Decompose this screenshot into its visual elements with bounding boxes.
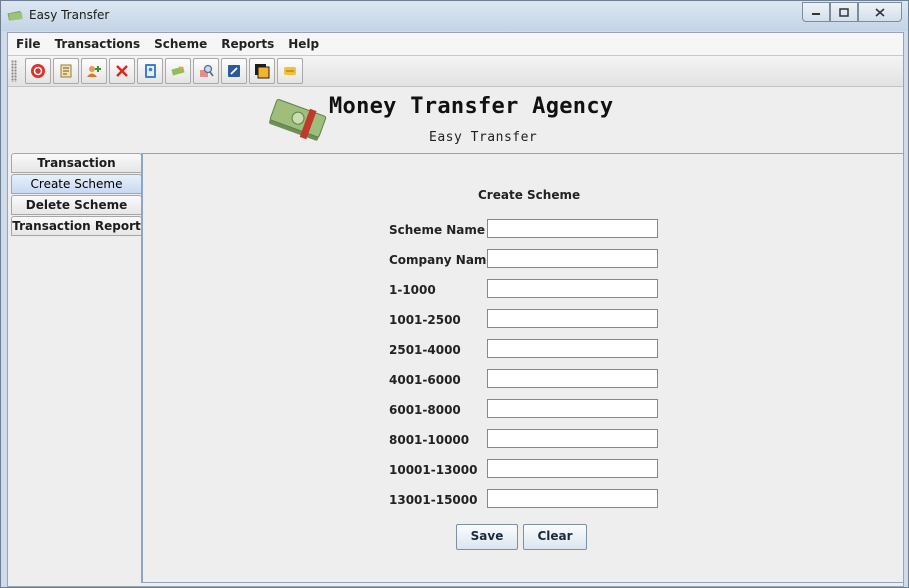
- delete-icon: [116, 65, 128, 77]
- range-8001-10000-input[interactable]: [487, 429, 658, 448]
- scheme-name-input[interactable]: [487, 219, 658, 238]
- edit-icon: [228, 65, 240, 77]
- company-name-input[interactable]: [487, 249, 658, 268]
- tool-search-button[interactable]: [193, 58, 219, 84]
- menu-bar: File Transactions Scheme Reports Help: [8, 33, 903, 56]
- tool-money-button[interactable]: [277, 58, 303, 84]
- tool-transfer-button[interactable]: [165, 58, 191, 84]
- sidebar-item-transaction[interactable]: Transaction: [11, 153, 142, 173]
- range-1001-2500-input[interactable]: [487, 309, 658, 328]
- range-4001-6000-label: 4001-6000: [389, 373, 461, 387]
- minimize-icon: [812, 13, 820, 15]
- range-6001-8000-input[interactable]: [487, 399, 658, 418]
- toolbar-grip[interactable]: [11, 60, 17, 82]
- app-title: Money Transfer Agency: [329, 94, 614, 119]
- stop-icon: [31, 64, 45, 78]
- scheme-name-label: Scheme Name: [389, 223, 486, 237]
- sidebar: Transaction Create Scheme Delete Scheme …: [11, 153, 142, 237]
- sidebar-item-transaction-report[interactable]: Transaction Report: [11, 216, 142, 236]
- close-icon: [875, 7, 885, 17]
- money-stack-icon: [269, 99, 327, 141]
- sidebar-item-delete-scheme[interactable]: Delete Scheme: [11, 195, 142, 215]
- tool-delete-button[interactable]: [109, 58, 135, 84]
- range-2501-4000-label: 2501-4000: [389, 343, 461, 357]
- range-6001-8000-label: 6001-8000: [389, 403, 461, 417]
- range-10001-13000-label: 10001-13000: [389, 463, 478, 477]
- transfer-icon: [171, 66, 185, 76]
- range-1001-2500-label: 1001-2500: [389, 313, 461, 327]
- title-bar: Easy Transfer: [1, 1, 908, 31]
- range-13001-15000-label: 13001-15000: [389, 493, 478, 507]
- address-book-icon: [145, 64, 156, 78]
- document-icon: [60, 64, 72, 78]
- tool-stop-button[interactable]: [25, 58, 51, 84]
- menu-transactions[interactable]: Transactions: [49, 37, 147, 51]
- app-subtitle: Easy Transfer: [429, 130, 538, 145]
- range-4001-6000-input[interactable]: [487, 369, 658, 388]
- sidebar-item-create-scheme[interactable]: Create Scheme: [11, 174, 142, 194]
- header-banner: Money Transfer Agency Easy Transfer: [8, 87, 903, 153]
- range-13001-15000-input[interactable]: [487, 489, 658, 508]
- range-10001-13000-input[interactable]: [487, 459, 658, 478]
- window-title: Easy Transfer: [29, 8, 110, 22]
- copy-icon: [255, 64, 270, 79]
- minimize-button[interactable]: [802, 2, 830, 22]
- app-window: Easy Transfer File Transactions Scheme R…: [0, 0, 909, 588]
- range-2501-4000-input[interactable]: [487, 339, 658, 358]
- menu-reports[interactable]: Reports: [215, 37, 280, 51]
- tool-edit-button[interactable]: [221, 58, 247, 84]
- company-name-label: Company Name: [389, 253, 495, 267]
- range-1-1000-label: 1-1000: [389, 283, 436, 297]
- range-1-1000-input[interactable]: [487, 279, 658, 298]
- range-8001-10000-label: 8001-10000: [389, 433, 470, 447]
- tool-address-book-button[interactable]: [137, 58, 163, 84]
- search-icon: [200, 64, 214, 77]
- tool-copy-button[interactable]: [249, 58, 275, 84]
- menu-help[interactable]: Help: [282, 37, 325, 51]
- maximize-icon: [839, 7, 849, 17]
- menu-file[interactable]: File: [10, 37, 47, 51]
- clear-button[interactable]: Clear: [523, 524, 587, 550]
- tool-add-user-button[interactable]: [81, 58, 107, 84]
- form-title: Create Scheme: [478, 188, 581, 202]
- save-button[interactable]: Save: [456, 524, 518, 550]
- money-icon: [284, 67, 296, 75]
- maximize-button[interactable]: [830, 2, 858, 22]
- create-scheme-panel: Create Scheme Scheme Name Company Name 1…: [141, 153, 904, 583]
- add-user-icon: [87, 66, 101, 77]
- tool-document-button[interactable]: [53, 58, 79, 84]
- toolbar: [8, 56, 903, 87]
- app-icon: [7, 10, 23, 21]
- menu-scheme[interactable]: Scheme: [148, 37, 213, 51]
- close-button[interactable]: [858, 2, 902, 22]
- client-area: File Transactions Scheme Reports Help Mo…: [7, 32, 904, 587]
